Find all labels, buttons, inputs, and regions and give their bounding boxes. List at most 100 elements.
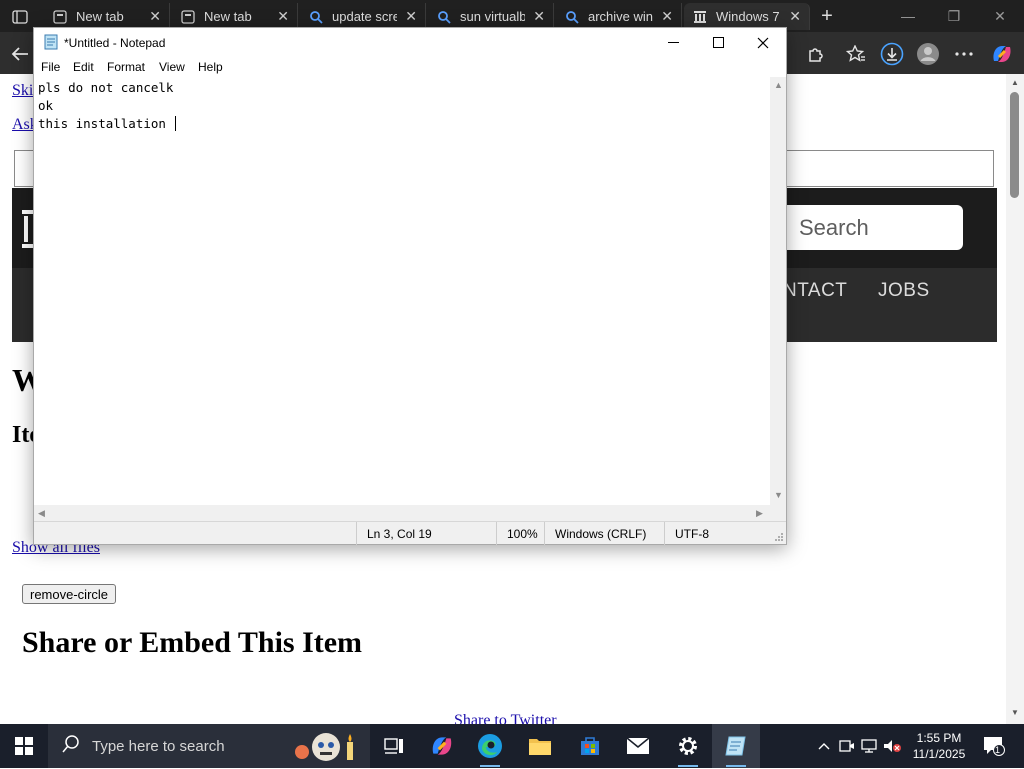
page-scrollbar[interactable]: ▲ ▼ xyxy=(1006,74,1024,724)
notepad-app-icon xyxy=(43,34,59,50)
tab-title: New tab xyxy=(204,9,252,24)
browser-tab-6-active[interactable]: Windows 7 I ✕ xyxy=(684,3,810,30)
menu-view[interactable]: View xyxy=(159,60,185,74)
close-icon[interactable]: ✕ xyxy=(789,8,801,25)
close-icon[interactable]: ✕ xyxy=(661,8,673,25)
taskbar-search-box[interactable]: Type here to search xyxy=(48,724,370,768)
volume-muted-icon[interactable] xyxy=(882,736,902,756)
restore-icon[interactable]: ❐ xyxy=(934,4,974,28)
newtab-icon xyxy=(180,9,196,25)
menu-edit[interactable]: Edit xyxy=(73,60,94,74)
newtab-icon xyxy=(52,9,68,25)
tab-title: update scree xyxy=(332,9,397,24)
microsoft-store-icon[interactable] xyxy=(566,724,614,768)
status-cursor-position: Ln 3, Col 19 xyxy=(356,522,496,545)
close-icon[interactable]: ✕ xyxy=(533,8,545,25)
mail-icon[interactable] xyxy=(614,724,662,768)
share-embed-heading: Share or Embed This Item xyxy=(22,626,363,659)
browser-tab-1[interactable]: New tab ✕ xyxy=(44,3,170,30)
status-zoom: 100% xyxy=(496,522,544,545)
chevron-up-icon[interactable] xyxy=(814,736,834,756)
clock-time: 1:55 PM xyxy=(916,731,962,745)
text-line: this installation xyxy=(38,116,174,131)
notepad-window: *Untitled - Notepad File Edit Format Vie… xyxy=(33,27,787,545)
notepad-text-area[interactable]: pls do not cancelk ok this installation xyxy=(34,77,770,505)
resize-grip-icon[interactable] xyxy=(774,531,784,545)
close-icon[interactable]: ✕ xyxy=(149,8,161,25)
notifications-icon[interactable]: 1 xyxy=(982,736,1006,756)
tab-title: Windows 7 I xyxy=(716,9,782,24)
archive-icon xyxy=(692,9,708,25)
search-icon xyxy=(564,9,580,25)
edge-browser-icon[interactable] xyxy=(466,724,514,768)
notepad-menubar: File Edit Format View Help xyxy=(34,57,786,77)
notepad-title: *Untitled - Notepad xyxy=(64,36,166,50)
notification-count: 1 xyxy=(995,745,1001,755)
browser-tab-2[interactable]: New tab ✕ xyxy=(172,3,298,30)
search-highlight-icon[interactable] xyxy=(292,730,360,769)
close-window-icon[interactable]: ✕ xyxy=(980,4,1020,28)
more-options-icon[interactable] xyxy=(950,40,978,68)
notepad-titlebar[interactable]: *Untitled - Notepad xyxy=(34,28,786,57)
favorites-icon[interactable] xyxy=(842,40,870,68)
search-icon xyxy=(62,734,80,758)
scroll-right-arrow-icon[interactable]: ▶ xyxy=(756,508,763,519)
copilot-app-icon[interactable] xyxy=(418,724,466,768)
scroll-thumb[interactable] xyxy=(1010,92,1019,198)
menu-help[interactable]: Help xyxy=(198,60,223,74)
new-tab-button[interactable]: + xyxy=(814,4,840,28)
clock-date: 11/1/2025 xyxy=(912,747,966,761)
windows-start-icon[interactable] xyxy=(0,724,48,768)
scroll-down-arrow-icon[interactable]: ▼ xyxy=(774,490,783,500)
taskbar-clock[interactable]: 1:55 PM 11/1/2025 xyxy=(904,730,974,762)
text-caret xyxy=(175,116,177,131)
scroll-up-arrow-icon[interactable]: ▲ xyxy=(1011,78,1019,87)
close-icon[interactable]: ✕ xyxy=(277,8,289,25)
maximize-icon[interactable] xyxy=(695,28,741,57)
notepad-horizontal-scrollbar[interactable]: ◀ ▶ xyxy=(34,505,770,521)
tab-title: archive win7 xyxy=(588,9,654,24)
minimize-icon[interactable] xyxy=(650,28,696,57)
browser-tab-5[interactable]: archive win7 ✕ xyxy=(556,3,682,30)
menu-file[interactable]: File xyxy=(41,60,60,74)
status-line-ending: Windows (CRLF) xyxy=(544,522,664,545)
scroll-left-arrow-icon[interactable]: ◀ xyxy=(38,508,45,519)
tab-title: New tab xyxy=(76,9,124,24)
minimize-icon[interactable]: — xyxy=(888,4,928,28)
browser-tab-4[interactable]: sun virtualbo ✕ xyxy=(428,3,554,30)
remove-circle-button[interactable]: remove-circle xyxy=(22,584,117,604)
network-icon[interactable] xyxy=(860,736,880,756)
notepad-taskbar-icon[interactable] xyxy=(712,724,760,768)
search-placeholder: Type here to search xyxy=(92,737,225,755)
search-icon xyxy=(308,9,324,25)
menu-format[interactable]: Format xyxy=(107,60,145,74)
search-icon xyxy=(436,9,452,25)
tab-actions-icon[interactable] xyxy=(6,6,34,28)
browser-tab-3[interactable]: update scree ✕ xyxy=(300,3,426,30)
task-view-icon[interactable] xyxy=(370,724,418,768)
settings-gear-icon[interactable] xyxy=(664,724,712,768)
copilot-icon[interactable] xyxy=(988,40,1016,68)
scroll-up-arrow-icon[interactable]: ▲ xyxy=(774,80,783,90)
file-explorer-icon[interactable] xyxy=(516,724,564,768)
meet-now-icon[interactable] xyxy=(837,736,857,756)
status-encoding: UTF-8 xyxy=(664,522,770,545)
share-twitter-link[interactable]: Share to Twitter xyxy=(454,712,557,724)
windows-taskbar: Type here to search 1:55 PM 11/1/2025 1 xyxy=(0,724,1024,768)
close-icon[interactable]: ✕ xyxy=(405,8,417,25)
downloads-icon[interactable] xyxy=(878,40,906,68)
nav-contact[interactable]: NTACT xyxy=(783,280,847,302)
scrollbar-corner xyxy=(770,505,786,521)
nav-jobs[interactable]: JOBS xyxy=(878,280,930,302)
tab-title: sun virtualbo xyxy=(460,9,525,24)
profile-avatar-icon[interactable] xyxy=(914,40,942,68)
skip-link[interactable]: Ski xyxy=(12,82,33,100)
text-line: ok xyxy=(38,98,54,113)
back-arrow-icon[interactable] xyxy=(6,40,34,68)
extensions-icon[interactable] xyxy=(801,40,829,68)
site-search-input[interactable]: Search xyxy=(775,205,963,250)
close-icon[interactable] xyxy=(740,28,786,57)
scroll-down-arrow-icon[interactable]: ▼ xyxy=(1011,708,1019,717)
notepad-vertical-scrollbar[interactable]: ▲ ▼ xyxy=(770,77,786,505)
notepad-statusbar: Ln 3, Col 19 100% Windows (CRLF) UTF-8 xyxy=(34,521,786,545)
